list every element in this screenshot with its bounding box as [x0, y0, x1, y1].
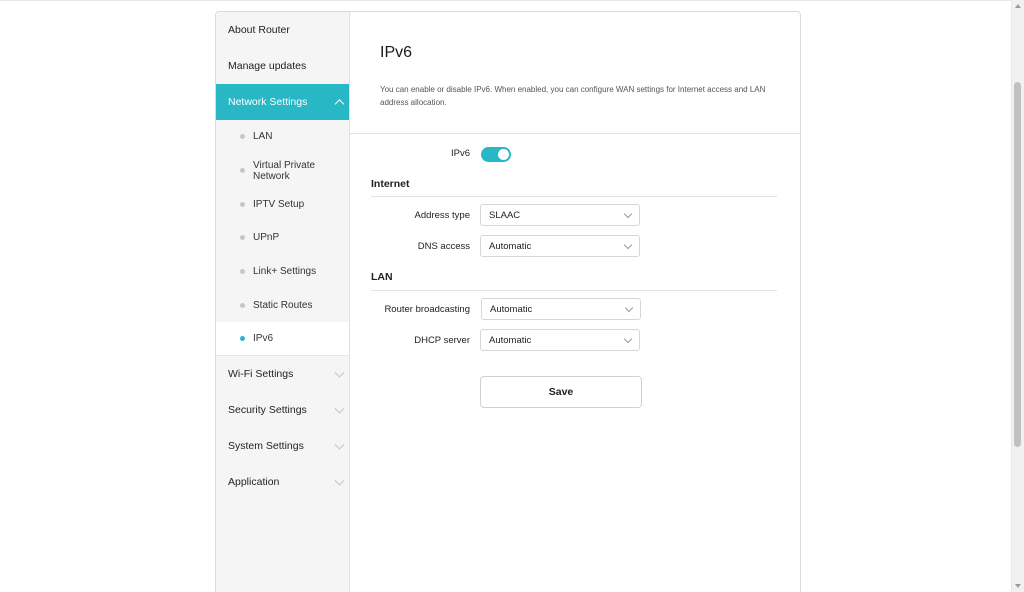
dns-access-label: DNS access	[417, 241, 470, 252]
bullet-icon	[240, 201, 245, 207]
section-divider	[371, 290, 777, 291]
sidebar-item-label: Manage updates	[228, 60, 307, 72]
sidebar-item-label: Security Settings	[228, 403, 307, 416]
page-description: You can enable or disable IPv6. When ena…	[380, 85, 766, 107]
sidebar: About Router Manage updates Network Sett…	[216, 12, 350, 592]
settings-panel: About Router Manage updates Network Sett…	[215, 11, 801, 592]
address-type-label: Address type	[414, 210, 470, 221]
sidebar-item-about-router[interactable]: About Router	[216, 12, 349, 48]
chevron-down-icon	[623, 240, 633, 250]
sidebar-item-label: Network Settings	[228, 96, 308, 108]
router-broadcasting-select[interactable]: Automatic	[481, 298, 641, 320]
chevron-down-icon	[334, 403, 345, 414]
toggle-knob	[498, 149, 509, 160]
chevron-down-icon	[623, 334, 633, 344]
chevron-down-icon	[624, 303, 634, 313]
dhcp-server-label: DHCP server	[414, 335, 470, 346]
sidebar-item-system-settings[interactable]: System Settings	[216, 428, 349, 464]
section-divider	[371, 196, 777, 197]
section-title-internet: Internet	[371, 178, 410, 190]
sidebar-item-wifi-settings[interactable]: Wi-Fi Settings	[216, 356, 349, 392]
sidebar-item-application[interactable]: Application	[216, 464, 349, 500]
dns-access-value: Automatic	[489, 240, 532, 252]
header-divider	[350, 133, 800, 134]
sidebar-subitem-label: Virtual Private Network	[253, 159, 316, 182]
viewport-top-border	[0, 0, 1024, 1]
sidebar-item-label: About Router	[228, 24, 290, 36]
sidebar-subitem-label: LAN	[253, 131, 273, 143]
page-title: IPv6	[380, 44, 413, 61]
sidebar-subitem-label: Static Routes	[253, 299, 313, 311]
address-type-value: SLAAC	[489, 209, 521, 221]
ipv6-toggle-label: IPv6	[450, 148, 470, 159]
sidebar-item-security-settings[interactable]: Security Settings	[216, 392, 349, 428]
router-broadcasting-value: Automatic	[490, 303, 533, 315]
dns-access-select[interactable]: Automatic	[480, 235, 640, 257]
chevron-down-icon	[623, 209, 633, 219]
section-title-lan: LAN	[371, 271, 393, 283]
scroll-down-arrow-icon[interactable]	[1015, 584, 1021, 588]
chevron-up-icon	[334, 99, 345, 110]
chevron-down-icon	[334, 439, 345, 450]
sidebar-subitem-label: Link+ Settings	[253, 266, 317, 278]
ipv6-toggle[interactable]	[481, 147, 511, 162]
bullet-icon	[240, 168, 245, 174]
sidebar-item-network-settings[interactable]: Network Settings	[216, 84, 349, 120]
sidebar-item-label: System Settings	[228, 439, 304, 452]
sidebar-subitem-label: UPnP	[253, 232, 280, 244]
sidebar-item-label: Wi-Fi Settings	[228, 367, 294, 380]
dhcp-server-select[interactable]: Automatic	[480, 329, 640, 351]
bullet-icon	[240, 235, 245, 241]
bullet-icon	[240, 134, 245, 140]
sidebar-item-manage-updates[interactable]: Manage updates	[216, 48, 349, 84]
sidebar-subitem-label: IPTV Setup	[253, 198, 305, 210]
chevron-down-icon	[334, 367, 345, 378]
active-bullet-icon	[240, 335, 245, 341]
bullet-icon	[240, 269, 245, 275]
scrollbar-thumb[interactable]	[1014, 82, 1021, 447]
address-type-select[interactable]: SLAAC	[480, 204, 640, 226]
sidebar-item-label: Application	[228, 475, 280, 488]
sidebar-subitem-link-plus-settings[interactable]: Link+ Settings	[216, 255, 349, 289]
router-broadcasting-label: Router broadcasting	[384, 304, 470, 315]
chevron-down-icon	[334, 475, 345, 486]
dhcp-server-value: Automatic	[489, 334, 532, 346]
sidebar-subitem-label: IPv6	[253, 332, 274, 344]
scroll-up-arrow-icon[interactable]	[1015, 4, 1021, 8]
main-content: IPv6 You can enable or disable IPv6. Whe…	[350, 12, 800, 592]
bullet-icon	[240, 302, 245, 308]
save-button[interactable]: Save	[480, 376, 642, 408]
